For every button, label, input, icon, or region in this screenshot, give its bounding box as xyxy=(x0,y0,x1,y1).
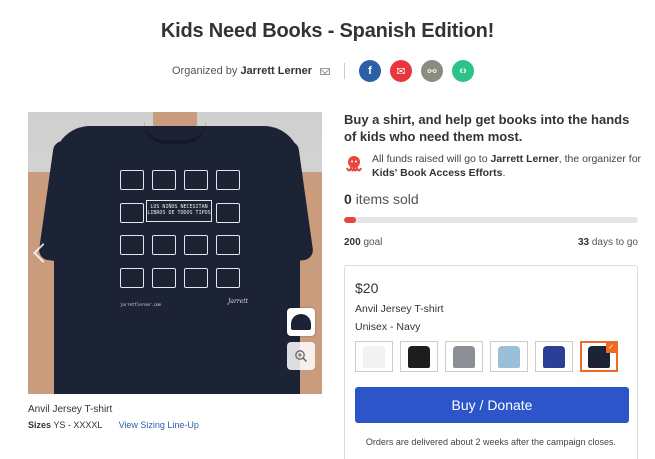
organizer-name-link[interactable]: Jarrett Lerner xyxy=(240,65,312,77)
items-sold: 0 items sold xyxy=(344,191,419,207)
product-name: Anvil Jersey T-shirt xyxy=(355,303,444,315)
swatch-shirt xyxy=(408,345,430,368)
goal-text: 200 goal xyxy=(344,237,383,248)
swatch-shirt xyxy=(363,345,385,368)
swatch-heather-gray[interactable] xyxy=(445,341,483,372)
price: $20 xyxy=(355,280,379,296)
shirt-url-text: jarrettlerner.com xyxy=(120,302,161,307)
books-illustration xyxy=(120,170,240,290)
buy-card: $20 Anvil Jersey T-shirt Unisex - Navy ✓… xyxy=(344,265,638,459)
swatch-royal-blue[interactable] xyxy=(535,341,573,372)
sizes-row: Sizes YS - XXXXL View Sizing Line-Up xyxy=(28,420,199,430)
funds-recipient: Jarrett Lerner xyxy=(490,153,559,165)
swatch-navy[interactable]: ✓ xyxy=(580,341,618,372)
days-remaining: 33 days to go xyxy=(577,237,638,248)
shirt-signature: Jarrett xyxy=(228,298,249,305)
variant-label: Unisex - Navy xyxy=(355,321,421,333)
swatch-shirt xyxy=(498,345,520,368)
email-share-icon[interactable]: ✉ xyxy=(389,60,412,82)
copy-link-icon[interactable]: ⚯ xyxy=(420,60,443,82)
sizing-lineup-link[interactable]: View Sizing Line-Up xyxy=(119,420,199,430)
swatch-shirt xyxy=(453,345,475,368)
progress-bar xyxy=(344,217,638,223)
swatch-black[interactable] xyxy=(400,341,438,372)
product-image[interactable]: LOS NIÑOS NECESITAN LIBROS DE TODOS TIPO… xyxy=(28,112,322,394)
divider xyxy=(343,63,345,79)
hat-thumbnail[interactable] xyxy=(287,308,315,336)
selected-check-icon: ✓ xyxy=(606,343,616,353)
facebook-share-icon[interactable]: f xyxy=(358,60,381,82)
delivery-note: Orders are delivered about 2 weeks after… xyxy=(365,437,617,447)
swatch-shirt xyxy=(543,345,565,368)
sizes-value: YS - XXXXL xyxy=(53,420,103,430)
organizer-row: Organized by Jarrett Lerner f ✉ ⚯ ‹› xyxy=(0,59,655,83)
swatch-white[interactable] xyxy=(355,341,393,372)
progress-fill xyxy=(344,217,356,223)
sizes-label: Sizes xyxy=(28,420,52,430)
swatch-light-blue[interactable] xyxy=(490,341,528,372)
campaign-headline: Buy a shirt, and help get books into the… xyxy=(344,112,630,144)
organizer-prefix: Organized by xyxy=(172,65,238,77)
shirt-banner-text: LOS NIÑOS NECESITAN LIBROS DE TODOS TIPO… xyxy=(146,200,212,222)
embed-code-icon[interactable]: ‹› xyxy=(451,60,474,82)
zoom-icon[interactable] xyxy=(287,342,315,370)
page-title: Kids Need Books - Spanish Edition! xyxy=(160,20,495,42)
color-swatches: ✓ xyxy=(355,341,618,372)
funds-info: All funds raised will go to Jarrett Lern… xyxy=(344,152,644,182)
contact-mail-icon[interactable] xyxy=(319,67,330,75)
buy-donate-button[interactable]: Buy / Donate xyxy=(355,387,629,423)
charity-octopus-icon xyxy=(346,156,362,172)
funds-text: All funds raised will go to Jarrett Lern… xyxy=(372,153,642,179)
product-caption: Anvil Jersey T-shirt xyxy=(28,404,113,415)
funds-cause: Kids' Book Access Efforts xyxy=(372,167,503,179)
